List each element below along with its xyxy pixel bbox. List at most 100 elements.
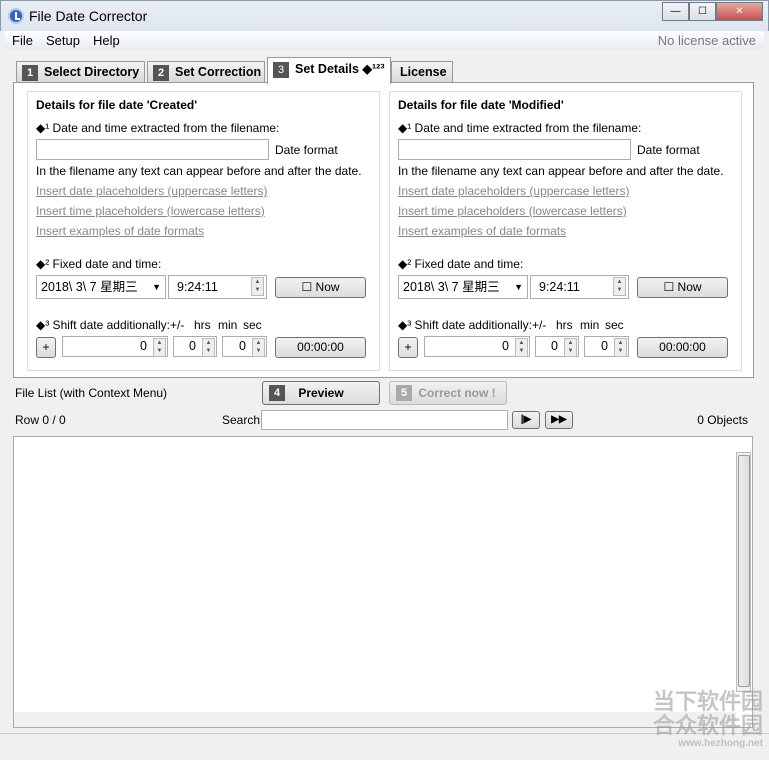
tab-number: 1 [22, 65, 38, 81]
scrollbar-thumb[interactable] [738, 455, 750, 687]
date-value: 2018\ 3\ 7 星期三 [41, 280, 138, 294]
close-button[interactable]: ✕ [716, 2, 763, 21]
preview-button[interactable]: 4 Preview [262, 381, 380, 405]
clock-app-icon [8, 8, 24, 24]
spinner-arrows-icon[interactable]: ▲ ▼ [153, 338, 166, 357]
tab-number: 2 [153, 65, 169, 81]
insert-date-placeholders-link[interactable]: Insert date placeholders (uppercase lett… [36, 184, 267, 198]
insert-date-examples-link[interactable]: Insert examples of date formats [398, 224, 566, 238]
hint-text: In the filename any text can appear befo… [36, 164, 362, 178]
seconds-value: 0 [601, 339, 608, 353]
file-list[interactable] [13, 436, 753, 728]
sign-toggle-button[interactable]: + [36, 337, 56, 358]
created-details-group: Details for file date 'Created' ◆¹ Date … [27, 91, 380, 371]
tab-set-correction[interactable]: 2 Set Correction [147, 61, 265, 83]
days-value: 0 [502, 339, 509, 353]
hours-value: 0 [551, 339, 558, 353]
filename-format-input[interactable] [398, 139, 631, 160]
insert-date-examples-link[interactable]: Insert examples of date formats [36, 224, 204, 238]
reset-shift-button[interactable]: 00:00:00 [275, 337, 366, 358]
group-header: Details for file date 'Modified' [398, 98, 564, 112]
hours-shift-input[interactable]: 0 ▲ ▼ [535, 336, 579, 357]
dropdown-arrow-icon: ▼ [514, 282, 523, 292]
now-button[interactable]: ☐ Now [637, 277, 728, 298]
date-picker[interactable]: 2018\ 3\ 7 星期三 ▼ [398, 275, 528, 299]
menu-help[interactable]: Help [93, 33, 120, 48]
time-value: 9:24:11 [177, 280, 218, 294]
tab-number: 3 [273, 62, 289, 78]
spinner-arrows-icon[interactable]: ▲ ▼ [613, 277, 626, 296]
maximize-button[interactable]: ☐ [689, 2, 716, 21]
date-picker[interactable]: 2018\ 3\ 7 星期三 ▼ [36, 275, 166, 299]
sign-column-label: +/- [532, 318, 547, 332]
correct-now-button[interactable]: 5 Correct now ! [389, 381, 507, 405]
fixed-date-label: ◆² Fixed date and time: [398, 257, 524, 271]
tab-select-directory[interactable]: 1 Select Directory [16, 61, 145, 83]
hours-column-label: hrs [194, 318, 211, 332]
step-number: 5 [396, 385, 412, 401]
watermark: 当下软件园 合众软件园 www.hezhong.net [653, 690, 763, 750]
spinner-arrows-icon[interactable]: ▲ ▼ [202, 338, 215, 357]
menu-setup[interactable]: Setup [46, 33, 80, 48]
search-label: Search [222, 413, 261, 427]
time-value: 9:24:11 [539, 280, 580, 294]
file-list-label: File List (with Context Menu) [15, 386, 168, 400]
seconds-value: 0 [239, 339, 246, 353]
spinner-arrows-icon[interactable]: ▲ ▼ [564, 338, 577, 357]
preview-label: Preview [298, 386, 344, 400]
sign-toggle-button[interactable]: + [398, 337, 418, 358]
spinner-arrows-icon[interactable]: ▲ ▼ [251, 277, 264, 296]
spinner-arrows-icon[interactable]: ▲ ▼ [614, 338, 627, 357]
time-picker[interactable]: 9:24:11 ▲ ▼ [530, 275, 629, 299]
hours-shift-input[interactable]: 0 ▲ ▼ [173, 336, 217, 357]
filename-format-input[interactable] [36, 139, 269, 160]
row-counter: Row 0 / 0 [15, 413, 66, 427]
tab-label: Set Details ◆¹²³ [295, 62, 385, 76]
fixed-date-label: ◆² Fixed date and time: [36, 257, 162, 271]
date-format-label: Date format [275, 143, 338, 157]
shift-label: ◆³ Shift date additionally: [36, 318, 170, 332]
hours-column-label: hrs [556, 318, 573, 332]
title-bar: File Date Corrector — ☐ ✕ [0, 0, 769, 31]
tab-license[interactable]: License [391, 61, 453, 83]
sign-column-label: +/- [170, 318, 185, 332]
find-last-button[interactable]: ▶▶ [545, 411, 573, 429]
watermark-line: 合众软件园 [652, 713, 763, 738]
tab-set-details[interactable]: 3 Set Details ◆¹²³ [267, 57, 391, 84]
seconds-column-label: sec [605, 318, 624, 332]
insert-time-placeholders-link[interactable]: Insert time placeholders (lowercase lett… [398, 204, 627, 218]
minimize-button[interactable]: — [662, 2, 689, 21]
menu-file[interactable]: File [12, 33, 33, 48]
spinner-arrows-icon[interactable]: ▲ ▼ [515, 338, 528, 357]
seconds-shift-input[interactable]: 0 ▲ ▼ [584, 336, 629, 357]
tab-label: Set Correction [175, 65, 262, 79]
shift-label: ◆³ Shift date additionally: [398, 318, 532, 332]
horizontal-scrollbar[interactable] [14, 712, 736, 727]
days-shift-input[interactable]: 0 ▲ ▼ [62, 336, 168, 357]
modified-details-group: Details for file date 'Modified' ◆¹ Date… [389, 91, 742, 371]
hours-value: 0 [189, 339, 196, 353]
extract-label: ◆¹ Date and time extracted from the file… [36, 121, 280, 135]
date-format-label: Date format [637, 143, 700, 157]
minutes-column-label: min [218, 318, 238, 332]
seconds-shift-input[interactable]: 0 ▲ ▼ [222, 336, 267, 357]
days-shift-input[interactable]: 0 ▲ ▼ [424, 336, 530, 357]
step-number: 4 [269, 385, 285, 401]
reset-shift-button[interactable]: 00:00:00 [637, 337, 728, 358]
search-input[interactable] [261, 410, 508, 430]
time-picker[interactable]: 9:24:11 ▲ ▼ [168, 275, 267, 299]
minutes-column-label: min [580, 318, 600, 332]
license-status: No license active [657, 33, 756, 48]
find-next-button[interactable]: |▶ [512, 411, 540, 429]
insert-date-placeholders-link[interactable]: Insert date placeholders (uppercase lett… [398, 184, 629, 198]
days-value: 0 [140, 339, 147, 353]
watermark-line: 当下软件园 [652, 689, 763, 714]
date-value: 2018\ 3\ 7 星期三 [403, 280, 500, 294]
insert-time-placeholders-link[interactable]: Insert time placeholders (lowercase lett… [36, 204, 265, 218]
watermark-url: www.hezhong.net [678, 738, 763, 749]
menu-bar: File Setup Help No license active [5, 31, 764, 50]
window-title: File Date Corrector [29, 8, 148, 24]
spinner-arrows-icon[interactable]: ▲ ▼ [252, 338, 265, 357]
now-button[interactable]: ☐ Now [275, 277, 366, 298]
dropdown-arrow-icon: ▼ [152, 282, 161, 292]
